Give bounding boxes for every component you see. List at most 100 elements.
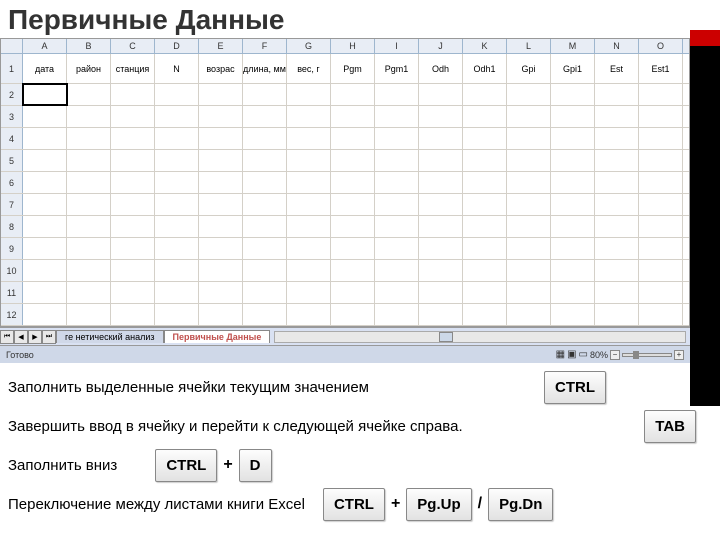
cell[interactable] [639,260,683,281]
tab-nav-button-1[interactable]: ◀ [14,330,28,344]
zoom-in-button[interactable]: + [674,350,684,360]
cell[interactable] [595,216,639,237]
cell[interactable] [375,282,419,303]
cell[interactable] [331,304,375,325]
cell[interactable]: Est [595,54,639,83]
cell[interactable] [331,150,375,171]
cell[interactable] [331,84,375,105]
cell[interactable] [331,238,375,259]
column-header-o[interactable]: O [639,39,683,53]
zoom-out-button[interactable]: − [610,350,620,360]
view-mode-icon-0[interactable]: ▦ [556,349,565,360]
cell[interactable] [639,150,683,171]
cell[interactable] [551,194,595,215]
row-header-10[interactable]: 10 [1,260,23,281]
row-header-2[interactable]: 2 [1,84,23,105]
cell[interactable] [287,194,331,215]
column-header-e[interactable]: E [199,39,243,53]
cell[interactable] [243,150,287,171]
cell[interactable] [551,282,595,303]
cell[interactable] [551,106,595,127]
view-mode-icon-2[interactable]: ▭ [579,349,588,360]
cell[interactable] [23,128,67,149]
cell[interactable] [375,238,419,259]
cell[interactable] [199,84,243,105]
cell[interactable] [287,150,331,171]
cell[interactable] [23,150,67,171]
view-mode-icon-1[interactable]: ▣ [567,349,576,360]
cell[interactable] [595,260,639,281]
cell[interactable] [23,304,67,325]
cell[interactable] [419,150,463,171]
cell[interactable] [419,260,463,281]
cell[interactable] [463,260,507,281]
cell[interactable] [595,106,639,127]
cell[interactable] [551,238,595,259]
cell[interactable] [639,304,683,325]
column-header-n[interactable]: N [595,39,639,53]
cell[interactable] [375,304,419,325]
scroll-thumb[interactable] [439,332,453,342]
cell[interactable]: район [67,54,111,83]
cell[interactable] [67,84,111,105]
cell[interactable] [243,304,287,325]
cell[interactable] [67,150,111,171]
cell[interactable] [463,128,507,149]
cell[interactable] [639,172,683,193]
cell[interactable] [287,260,331,281]
cell[interactable] [639,194,683,215]
cell[interactable] [375,260,419,281]
cell[interactable]: Pgm1 [375,54,419,83]
cell[interactable] [507,150,551,171]
cell[interactable] [111,260,155,281]
cell[interactable]: Gpi1 [551,54,595,83]
cell[interactable] [155,304,199,325]
row-header-3[interactable]: 3 [1,106,23,127]
cell[interactable] [155,194,199,215]
cell[interactable] [243,128,287,149]
cell[interactable] [23,282,67,303]
column-header-a[interactable]: A [23,39,67,53]
cell[interactable] [243,216,287,237]
cell[interactable] [287,106,331,127]
selected-cell[interactable] [23,84,67,105]
cell[interactable]: Pgm [331,54,375,83]
cell[interactable] [243,260,287,281]
cell[interactable] [419,194,463,215]
column-header-d[interactable]: D [155,39,199,53]
cell[interactable]: N [155,54,199,83]
cell[interactable] [507,304,551,325]
cell[interactable] [155,238,199,259]
column-header-i[interactable]: I [375,39,419,53]
column-header-b[interactable]: B [67,39,111,53]
horizontal-scrollbar[interactable] [270,331,690,343]
cell[interactable] [287,238,331,259]
cell[interactable] [287,282,331,303]
cell[interactable] [507,282,551,303]
cell[interactable] [199,216,243,237]
cell[interactable] [111,150,155,171]
cell[interactable] [419,216,463,237]
cell[interactable] [595,194,639,215]
row-header-9[interactable]: 9 [1,238,23,259]
cell[interactable] [23,260,67,281]
cell[interactable] [419,172,463,193]
cell[interactable] [111,238,155,259]
cell[interactable] [155,260,199,281]
cell[interactable] [639,84,683,105]
cell[interactable] [507,238,551,259]
cell[interactable] [243,282,287,303]
cell[interactable] [67,216,111,237]
column-header-h[interactable]: H [331,39,375,53]
cell[interactable] [23,238,67,259]
cell[interactable] [639,216,683,237]
cell[interactable] [419,238,463,259]
cell[interactable] [595,172,639,193]
cell[interactable]: Odh1 [463,54,507,83]
cell[interactable] [155,128,199,149]
cell[interactable] [287,304,331,325]
cell[interactable] [507,260,551,281]
cell[interactable] [507,106,551,127]
cell[interactable] [111,84,155,105]
cell[interactable]: станция [111,54,155,83]
